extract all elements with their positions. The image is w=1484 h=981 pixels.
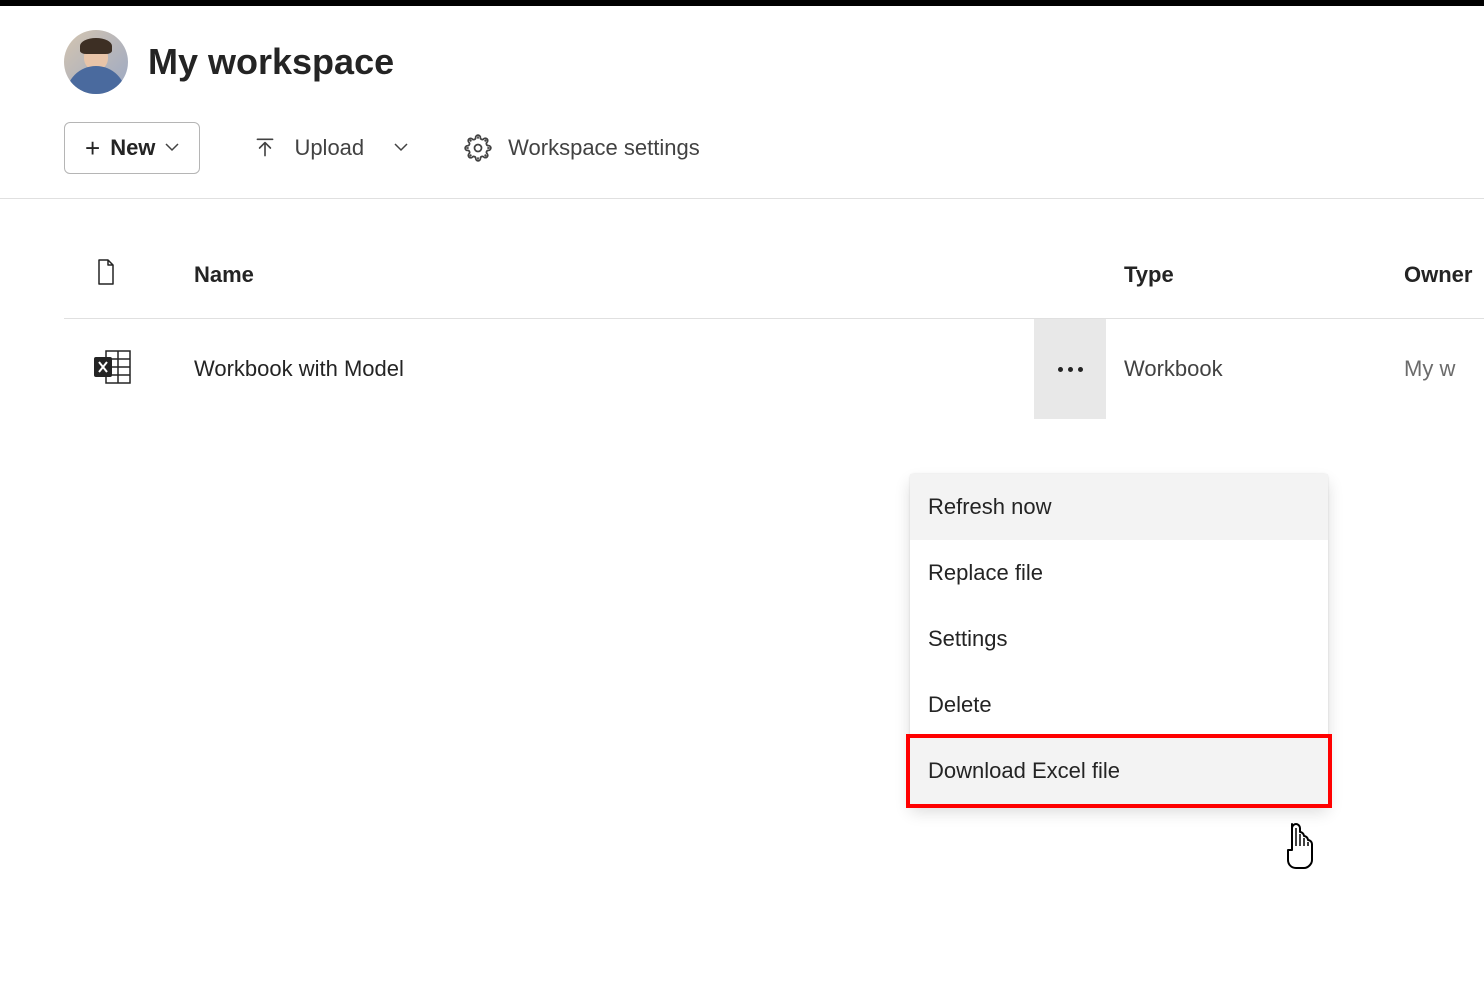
chevron-down-icon — [165, 141, 179, 155]
upload-icon — [252, 135, 278, 161]
new-button-label: New — [110, 135, 155, 161]
content-area: Name Type Owner Workbook with Model — [0, 199, 1484, 419]
more-options-button[interactable] — [1034, 319, 1106, 419]
workspace-settings-button[interactable]: Workspace settings — [460, 126, 704, 170]
workspace-header: My workspace — [0, 6, 1484, 110]
cursor-pointer-icon — [1278, 820, 1318, 875]
row-owner: My w — [1404, 356, 1484, 382]
context-menu: Refresh now Replace file Settings Delete… — [910, 474, 1328, 804]
toolbar: + New Upload Workspace s — [0, 110, 1484, 198]
upload-label: Upload — [294, 135, 364, 161]
column-header-owner[interactable]: Owner — [1404, 262, 1484, 288]
plus-icon: + — [85, 135, 100, 161]
workspace-settings-label: Workspace settings — [508, 135, 700, 161]
row-icon-col — [64, 349, 194, 390]
ellipsis-icon — [1058, 367, 1083, 372]
upload-button[interactable]: Upload — [248, 127, 412, 169]
excel-icon — [92, 349, 132, 390]
table-header-icon-col — [64, 259, 194, 290]
column-header-name[interactable]: Name — [194, 262, 1016, 288]
column-header-type[interactable]: Type — [1124, 262, 1404, 288]
menu-item-replace-file[interactable]: Replace file — [910, 540, 1328, 606]
row-actions — [1016, 345, 1124, 393]
menu-item-delete[interactable]: Delete — [910, 672, 1328, 738]
menu-item-settings[interactable]: Settings — [910, 606, 1328, 672]
file-icon — [96, 259, 116, 290]
menu-item-refresh-now[interactable]: Refresh now — [910, 474, 1328, 540]
table-row[interactable]: Workbook with Model Workbook My w — [64, 319, 1484, 419]
gear-icon — [464, 134, 492, 162]
page-title: My workspace — [148, 41, 394, 83]
row-type: Workbook — [1124, 356, 1404, 382]
table-header: Name Type Owner — [64, 239, 1484, 319]
row-name[interactable]: Workbook with Model — [194, 356, 1016, 382]
chevron-down-icon — [394, 141, 408, 155]
new-button[interactable]: + New — [64, 122, 200, 174]
menu-item-download-excel-file[interactable]: Download Excel file — [906, 734, 1332, 808]
user-avatar[interactable] — [64, 30, 128, 94]
